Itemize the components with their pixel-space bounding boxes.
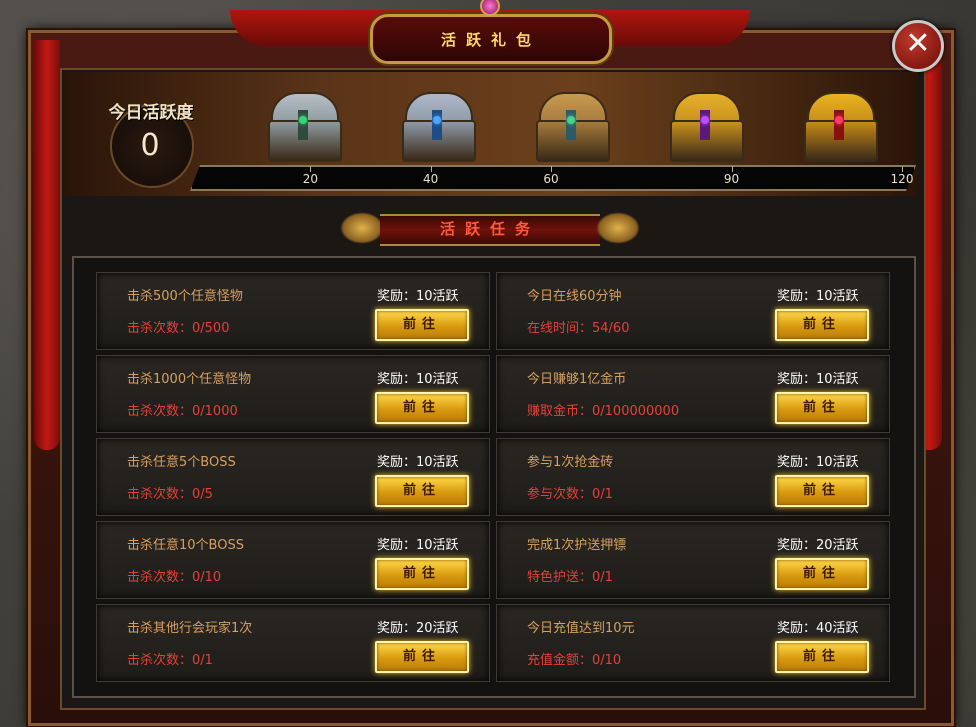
task-reward: 奖励：10活跃	[777, 289, 859, 304]
silver-chest-icon[interactable]	[268, 92, 342, 162]
task-progress: 参与次数：0/1	[527, 487, 613, 502]
go-button[interactable]: 前往	[775, 475, 869, 507]
left-dragon-icon	[340, 212, 384, 244]
task-progress: 特色护送：0/1	[527, 570, 613, 585]
go-button[interactable]: 前往	[375, 309, 469, 341]
chest-band	[834, 110, 844, 140]
task-reward: 奖励：10活跃	[377, 289, 459, 304]
task-name: 今日在线60分钟	[527, 289, 622, 304]
purple-gold-chest-icon[interactable]	[670, 92, 744, 162]
go-button[interactable]: 前往	[775, 309, 869, 341]
task-reward: 奖励：20活跃	[777, 538, 859, 553]
activity-value: 0	[140, 128, 160, 163]
section-banner: 活跃任务	[340, 208, 640, 248]
task-card: 今日在线60分钟 在线时间：54/60 奖励：10活跃前往	[496, 272, 890, 350]
chest-band	[566, 110, 576, 140]
task-name: 今日赚够1亿金币	[527, 372, 627, 387]
task-reward: 奖励：10活跃	[777, 455, 859, 470]
milestone-label: 90	[723, 172, 740, 186]
go-button[interactable]: 前往	[375, 392, 469, 424]
tasks-panel: 击杀500个任意怪物 击杀次数：0/500 奖励：10活跃 前往 今日在线60分钟 在线时…	[72, 256, 916, 698]
task-card: 击杀1000个任意怪物 击杀次数：0/1000 奖励：10活跃前往	[96, 355, 490, 433]
chest-gem-icon	[701, 116, 709, 124]
task-card: 击杀任意10个BOSS 击杀次数：0/10 奖励：10活跃前往	[96, 521, 490, 599]
task-name: 击杀任意10个BOSS	[127, 538, 244, 553]
milestone-label: 60	[543, 172, 559, 186]
blue-silver-chest-icon[interactable]	[402, 92, 476, 162]
left-curtain	[34, 40, 60, 450]
task-progress: 在线时间：54/60	[527, 321, 630, 336]
chest-gem-icon	[567, 116, 575, 124]
task-card: 今日充值达到10元 充值金额：0/10 奖励：40活跃前往	[496, 604, 890, 682]
task-progress: 击杀次数：0/5	[127, 487, 213, 502]
chest-band	[700, 110, 710, 140]
go-button[interactable]: 前往	[375, 641, 469, 673]
task-name: 击杀1000个任意怪物	[127, 372, 252, 387]
task-card: 今日赚够1亿金币赚取金币：0/100000000 奖励：10活跃前往	[496, 355, 890, 433]
go-button[interactable]: 前往	[775, 392, 869, 424]
task-progress: 击杀次数：0/1	[127, 653, 213, 668]
chest-band	[298, 110, 308, 140]
task-reward: 奖励：10活跃	[377, 372, 459, 387]
milestone-label: 120	[890, 172, 914, 186]
dialog-title: 活跃礼包	[440, 30, 541, 49]
go-button[interactable]: 前往	[775, 558, 869, 590]
go-button[interactable]: 前往	[375, 558, 469, 590]
right-dragon-icon	[596, 212, 640, 244]
task-card: 击杀500个任意怪物 击杀次数：0/500 奖励：10活跃前往	[96, 272, 490, 350]
task-reward: 奖励：10活跃	[377, 538, 459, 553]
activity-score-medal: 今日活跃度 0	[96, 86, 206, 188]
task-name: 完成1次护送押镖	[527, 538, 627, 553]
task-reward: 奖励：10活跃	[377, 455, 459, 470]
chest-gem-icon	[299, 116, 307, 124]
chest-gem-icon	[835, 116, 843, 124]
close-button[interactable]: ✕	[892, 20, 944, 72]
task-name: 击杀任意5个BOSS	[127, 455, 236, 470]
task-progress: 击杀次数：0/10	[127, 570, 222, 585]
title-plate: 活跃礼包	[370, 14, 612, 64]
red-gold-chest-icon[interactable]	[804, 92, 878, 162]
task-reward: 奖励：20活跃	[377, 621, 459, 636]
bronze-chest-icon[interactable]	[536, 92, 610, 162]
task-reward: 奖励：10活跃	[777, 372, 859, 387]
chest-gem-icon	[433, 116, 441, 124]
task-progress: 击杀次数：0/1000	[127, 404, 238, 419]
chest-band	[432, 110, 442, 140]
task-progress: 击杀次数：0/500	[127, 321, 230, 336]
task-name: 参与1次抢金砖	[527, 455, 614, 470]
go-button[interactable]: 前往	[775, 641, 869, 673]
task-reward: 奖励：40活跃	[777, 621, 859, 636]
task-card: 完成1次护送押镖 特色护送：0/1 奖励：20活跃前往	[496, 521, 890, 599]
milestone-label: 20	[302, 172, 318, 186]
activity-label: 今日活跃度	[108, 103, 194, 123]
section-title: 活跃任务	[439, 220, 540, 238]
task-card: 击杀任意5个BOSS 击杀次数：0/5 奖励：10活跃前往	[96, 438, 490, 516]
task-name: 击杀500个任意怪物	[127, 289, 243, 304]
task-card: 击杀其他行会玩家1次 击杀次数：0/1 奖励：20活跃前往	[96, 604, 490, 682]
task-name: 今日充值达到10元	[527, 621, 635, 636]
task-progress: 赚取金币：0/100000000	[527, 404, 680, 419]
go-button[interactable]: 前往	[375, 475, 469, 507]
milestone-label: 40	[423, 172, 439, 186]
task-card: 参与1次抢金砖 参与次数：0/1 奖励：10活跃前往	[496, 438, 890, 516]
task-name: 击杀其他行会玩家1次	[127, 621, 253, 636]
task-progress: 充值金额：0/10	[527, 653, 622, 668]
